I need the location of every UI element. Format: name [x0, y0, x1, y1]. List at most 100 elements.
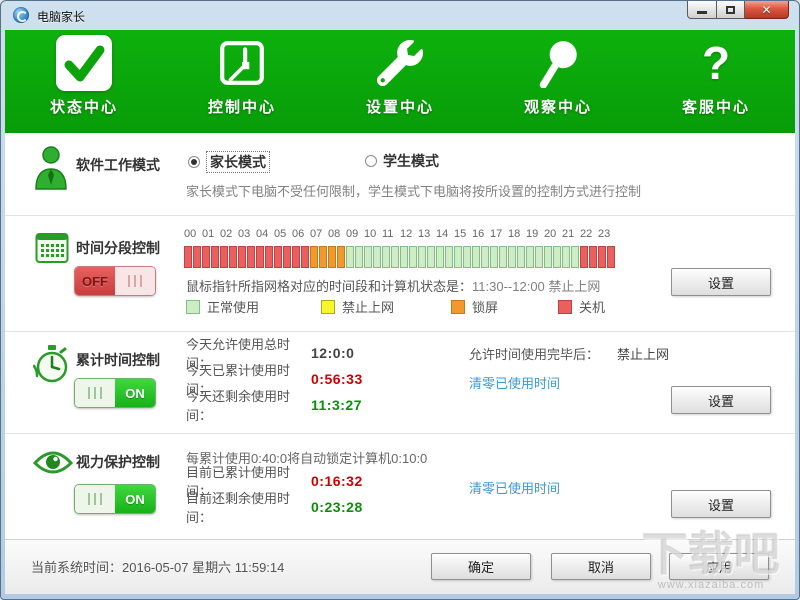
info-row-value: 11:3:27 [311, 397, 362, 413]
time-block-normal[interactable] [355, 246, 363, 268]
close-icon: ✕ [761, 3, 771, 17]
time-block-normal[interactable] [499, 246, 507, 268]
hour-label: 15 [454, 228, 472, 240]
time-block-normal[interactable] [418, 246, 426, 268]
toggle-on-label: ON [115, 485, 155, 513]
time-segment-settings-button[interactable]: 设置 [671, 268, 771, 296]
time-block-shutdown[interactable] [247, 246, 255, 268]
time-block-normal[interactable] [400, 246, 408, 268]
time-block-shutdown[interactable] [184, 246, 192, 268]
close-button[interactable]: ✕ [745, 1, 789, 19]
legend-item: 禁止上网 [321, 297, 451, 316]
time-block-shutdown[interactable] [193, 246, 201, 268]
calendar-grid-icon [35, 232, 69, 264]
time-block-normal[interactable] [427, 246, 435, 268]
toggle-grip [75, 379, 115, 407]
eye-protection-toggle[interactable]: ON [74, 484, 156, 514]
maximize-icon [726, 6, 735, 14]
info-row-value: 0:56:33 [311, 371, 363, 387]
time-block-shutdown[interactable] [265, 246, 273, 268]
time-block-normal[interactable] [436, 246, 444, 268]
time-block-shutdown[interactable] [220, 246, 228, 268]
legend-swatch [186, 300, 200, 314]
time-block-normal[interactable] [454, 246, 462, 268]
clock-icon [217, 30, 267, 96]
time-block-normal[interactable] [373, 246, 381, 268]
system-time: 当前系统时间：2016-05-07 星期六 11:59:14 [31, 557, 284, 576]
time-block-lock[interactable] [310, 246, 318, 268]
time-block-normal[interactable] [544, 246, 552, 268]
time-block-normal[interactable] [382, 246, 390, 268]
toggle-off-label: OFF [75, 267, 115, 295]
time-block-lock[interactable] [328, 246, 336, 268]
hour-scale: 0001020304050607080910111213141516171819… [184, 228, 616, 240]
grid-tooltip: 鼠标指针所指网格对应的时间段和计算机状态是：11:30--12:00 禁止上网 [186, 276, 600, 295]
time-block-shutdown[interactable] [301, 246, 309, 268]
tab-control-center[interactable]: 控制中心 [163, 30, 321, 133]
radio-parent-mode[interactable]: 家长模式 [188, 151, 270, 173]
hour-label: 12 [400, 228, 418, 240]
cumulative-reset-link[interactable]: 清零已使用时间 [469, 373, 560, 392]
time-block-normal[interactable] [364, 246, 372, 268]
ok-button[interactable]: 确定 [431, 553, 531, 580]
time-block-shutdown[interactable] [607, 246, 615, 268]
time-block-normal[interactable] [463, 246, 471, 268]
time-block-lock[interactable] [337, 246, 345, 268]
time-block-normal[interactable] [409, 246, 417, 268]
tab-status-center[interactable]: 状态中心 [5, 30, 163, 133]
tab-label: 控制中心 [208, 96, 276, 117]
time-block-normal[interactable] [571, 246, 579, 268]
hour-label: 11 [382, 228, 400, 240]
time-segment-toggle[interactable]: OFF [74, 266, 156, 296]
time-block-normal[interactable] [472, 246, 480, 268]
time-block-lock[interactable] [319, 246, 327, 268]
time-block-normal[interactable] [346, 246, 354, 268]
time-block-normal[interactable] [535, 246, 543, 268]
legend-label: 关机 [579, 297, 605, 316]
info-row: 今天还剩余使用时间：11:3:27 [186, 392, 363, 418]
eye-settings-button[interactable]: 设置 [671, 490, 771, 518]
time-block-normal[interactable] [490, 246, 498, 268]
cumulative-settings-button[interactable]: 设置 [671, 386, 771, 414]
time-block-shutdown[interactable] [229, 246, 237, 268]
cumulative-toggle[interactable]: ON [74, 378, 156, 408]
time-block-shutdown[interactable] [292, 246, 300, 268]
tab-settings-center[interactable]: 设置中心 [321, 30, 479, 133]
minimize-button[interactable] [687, 1, 717, 19]
time-block-shutdown[interactable] [256, 246, 264, 268]
time-block-normal[interactable] [553, 246, 561, 268]
hour-label: 17 [490, 228, 508, 240]
time-block-normal[interactable] [517, 246, 525, 268]
stopwatch-icon [33, 344, 71, 384]
hour-label: 22 [580, 228, 598, 240]
time-block-normal[interactable] [508, 246, 516, 268]
time-block-normal[interactable] [481, 246, 489, 268]
hour-label: 02 [220, 228, 238, 240]
tab-observe-center[interactable]: 观察中心 [479, 30, 637, 133]
cancel-button[interactable]: 取消 [551, 553, 651, 580]
radio-student-mode[interactable]: 学生模式 [365, 151, 439, 171]
time-block-normal[interactable] [562, 246, 570, 268]
time-block-shutdown[interactable] [238, 246, 246, 268]
time-block-grid [184, 246, 615, 268]
time-block-shutdown[interactable] [211, 246, 219, 268]
apply-button[interactable]: 应用 [669, 553, 769, 580]
radio-student-icon [365, 155, 377, 167]
time-block-normal[interactable] [526, 246, 534, 268]
time-block-shutdown[interactable] [274, 246, 282, 268]
tab-support-center[interactable]: ?客服中心 [637, 30, 795, 133]
time-block-shutdown[interactable] [598, 246, 606, 268]
time-block-shutdown[interactable] [580, 246, 588, 268]
time-block-shutdown[interactable] [589, 246, 597, 268]
work-mode-title: 软件工作模式 [76, 155, 160, 175]
maximize-button[interactable] [717, 1, 745, 19]
time-block-shutdown[interactable] [202, 246, 210, 268]
legend-label: 锁屏 [472, 297, 498, 316]
info-row-label: 目前还剩余使用时间： [186, 488, 311, 526]
eye-reset-link[interactable]: 清零已使用时间 [469, 478, 560, 497]
time-block-normal[interactable] [445, 246, 453, 268]
time-block-shutdown[interactable] [283, 246, 291, 268]
time-block-normal[interactable] [391, 246, 399, 268]
after-time-rule: 允许时间使用完毕后：禁止上网 [469, 340, 669, 366]
work-mode-description: 家长模式下电脑不受任何限制，学生模式下电脑将按所设置的控制方式进行控制 [186, 181, 641, 200]
